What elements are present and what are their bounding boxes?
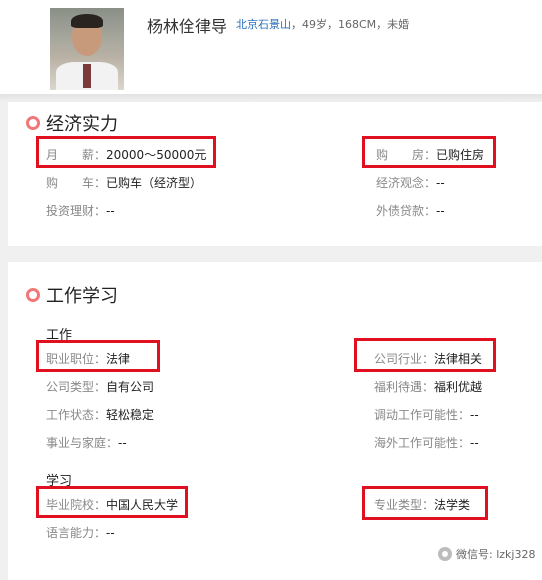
major-highlight-box <box>362 486 488 520</box>
economy-title: 经济实力 <box>46 114 118 135</box>
language-label: 语言能力： <box>46 526 107 540</box>
economic-view-row: 经济观念：-- <box>376 174 445 191</box>
car-row: 购 车：已购车（经济型） <box>46 174 202 191</box>
transfer-value: -- <box>470 408 479 422</box>
work-status-value: 轻松稳定 <box>106 408 155 422</box>
transfer-label: 调动工作可能性： <box>374 408 471 422</box>
car-label: 购 车： <box>46 176 107 190</box>
section-dot-icon <box>26 288 40 302</box>
section-dot-icon <box>26 116 40 130</box>
language-row: 语言能力：-- <box>46 524 115 541</box>
career-family-row: 事业与家庭：-- <box>46 434 127 451</box>
work-study-title: 工作学习 <box>46 286 118 307</box>
economic-view-label: 经济观念： <box>376 176 437 190</box>
benefits-value: 福利优越 <box>434 380 483 394</box>
position-highlight-box <box>36 340 160 372</box>
benefits-row: 福利待遇：福利优越 <box>374 378 482 395</box>
overseas-label: 海外工作可能性： <box>374 436 471 450</box>
economic-view-value: -- <box>436 176 445 190</box>
company-type-label: 公司类型： <box>46 380 107 394</box>
profile-header: 杨林佺律导 北京石景山，49岁，168CM，未婚 <box>0 0 542 94</box>
language-value: -- <box>106 526 115 540</box>
housing-highlight-box <box>362 136 496 168</box>
salary-highlight-box <box>36 136 216 168</box>
transfer-row: 调动工作可能性：-- <box>374 406 479 423</box>
investment-label: 投资理财： <box>46 204 107 218</box>
profile-details: ，49岁，168CM，未婚 <box>291 18 410 31</box>
work-status-row: 工作状态：轻松稳定 <box>46 406 154 423</box>
career-family-value: -- <box>118 436 127 450</box>
header-divider <box>0 94 542 102</box>
profile-meta: 北京石景山，49岁，168CM，未婚 <box>236 16 409 32</box>
debt-row: 外债贷款：-- <box>376 202 445 219</box>
investment-row: 投资理财：-- <box>46 202 115 219</box>
industry-highlight-box <box>354 338 496 372</box>
school-highlight-box <box>36 486 188 518</box>
location-link[interactable]: 北京石景山 <box>236 18 291 31</box>
work-status-label: 工作状态： <box>46 408 107 422</box>
profile-name: 杨林佺律导 <box>147 17 228 36</box>
company-type-row: 公司类型：自有公司 <box>46 378 154 395</box>
avatar[interactable] <box>50 8 124 90</box>
investment-value: -- <box>106 204 115 218</box>
car-value: 已购车（经济型） <box>106 176 203 190</box>
watermark-text: 微信号: lzkj328 <box>456 548 536 561</box>
debt-value: -- <box>436 204 445 218</box>
overseas-row: 海外工作可能性：-- <box>374 434 479 451</box>
career-family-label: 事业与家庭： <box>46 436 119 450</box>
watermark: 微信号: lzkj328 <box>438 546 535 562</box>
debt-label: 外债贷款： <box>376 204 437 218</box>
wechat-icon <box>438 547 452 561</box>
company-type-value: 自有公司 <box>106 380 155 394</box>
overseas-value: -- <box>470 436 479 450</box>
benefits-label: 福利待遇： <box>374 380 435 394</box>
